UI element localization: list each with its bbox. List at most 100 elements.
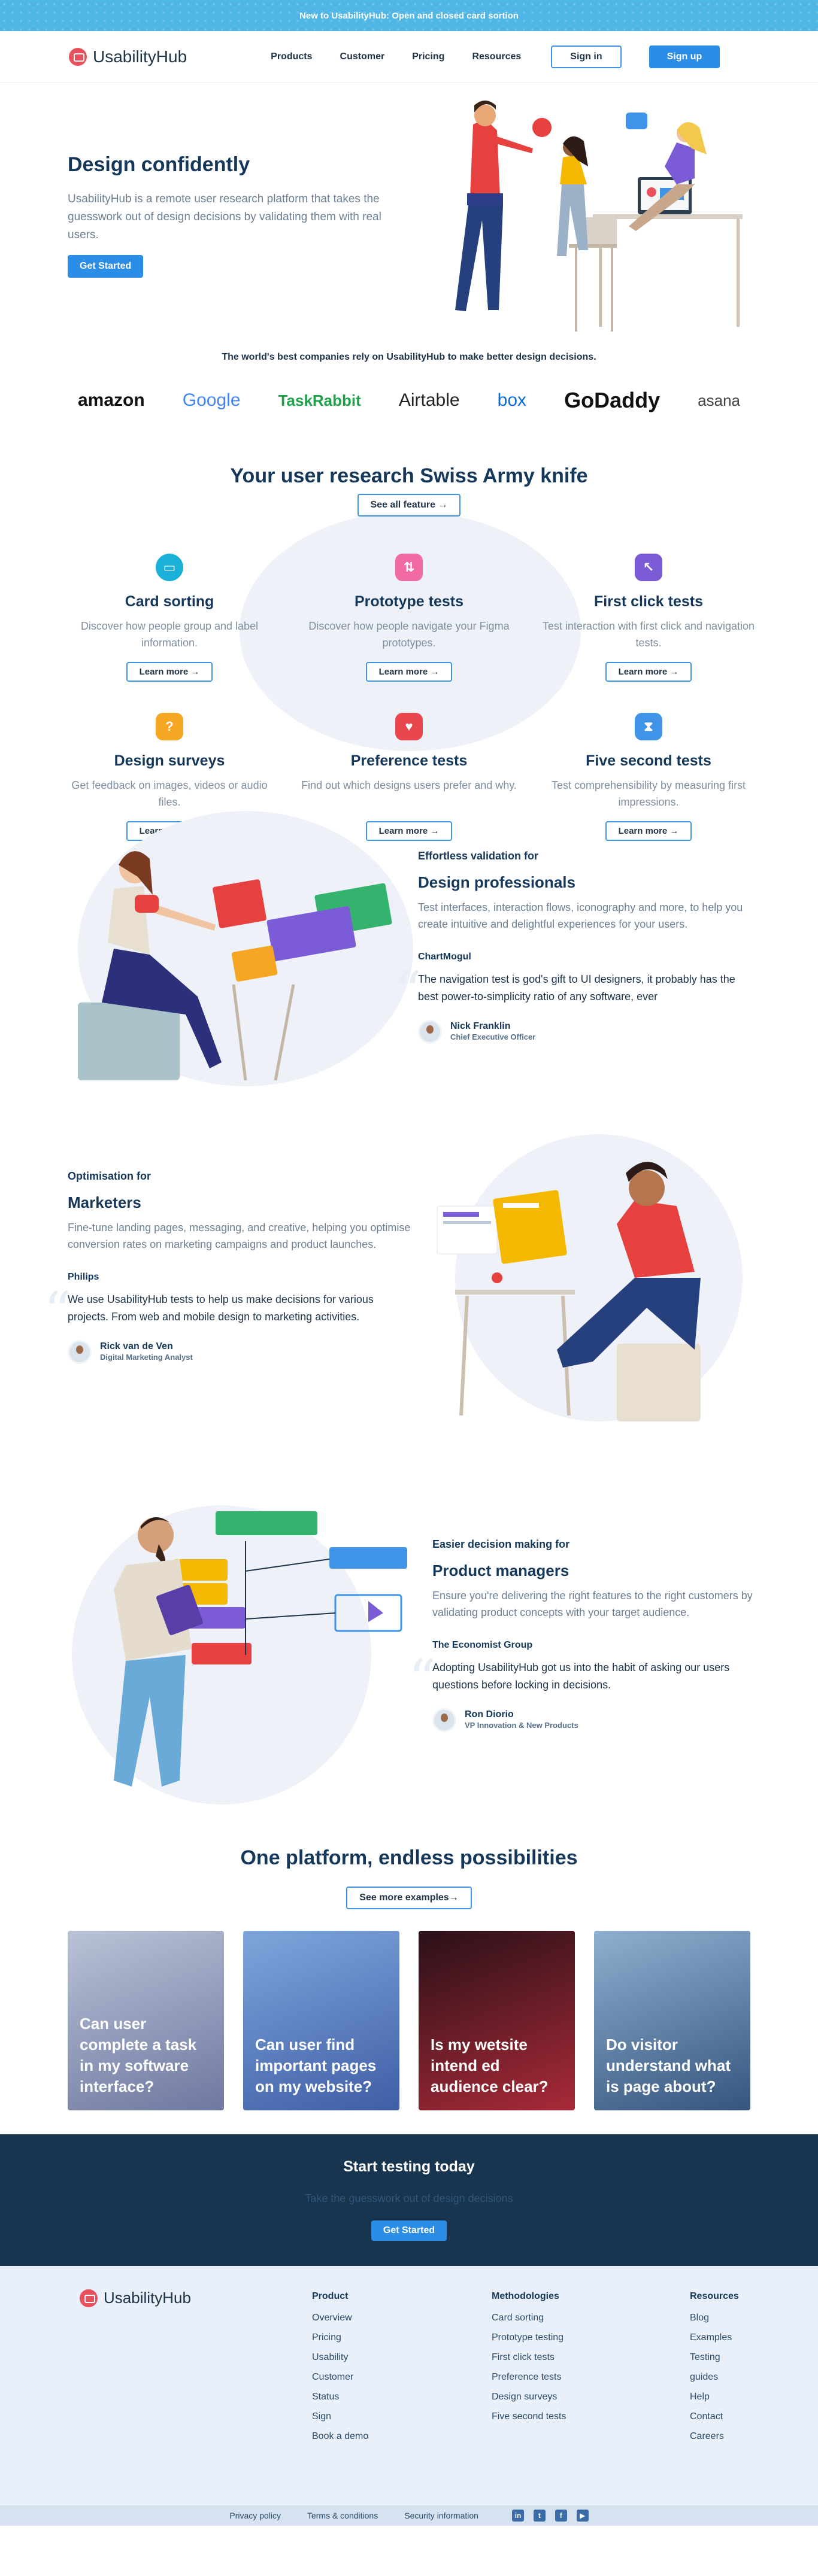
five-second-icon: ⧗ [635, 713, 662, 740]
persona-title: Design professionals [418, 873, 575, 891]
persona-desc: Test interfaces, interaction flows, icon… [418, 901, 743, 930]
hero-section: Design confidently UsabilityHub is a rem… [0, 83, 818, 349]
card-sorting-icon: ▭ [156, 554, 183, 581]
marketer-illustration [437, 1134, 743, 1421]
nav-resources[interactable]: Resources [472, 51, 521, 62]
learn-more-button[interactable]: Learn more → [365, 662, 453, 682]
hero-illustration [455, 101, 743, 332]
persona-designers: Effortless validation for Design profess… [0, 787, 818, 1158]
nav-pricing[interactable]: Pricing [412, 51, 444, 62]
feature-first-click-tests: ↖ First click tests Test interaction wit… [541, 554, 756, 682]
taskrabbit-logo: TaskRabbit [278, 391, 361, 409]
hero-get-started-button[interactable]: Get Started [68, 255, 144, 278]
footer-link[interactable]: Overview [312, 2313, 368, 2323]
feature-title: Five second tests [586, 752, 711, 769]
twitter-icon[interactable]: t [533, 2510, 546, 2522]
example-card-text: Is my wetsite intend ed audience clear? [431, 2036, 549, 2095]
persona-product-managers: Easier decision making for Product manag… [0, 1499, 818, 1846]
testimonial-company: Philips [68, 1272, 99, 1282]
feature-title: Design surveys [114, 752, 225, 769]
footer-col-resources: Resources Blog Examples Testing guides Help C… [690, 2291, 739, 2451]
persona-desc: Ensure you're delivering the right featu… [432, 1590, 753, 1618]
nav-links: Products Customer Pricing Resources [271, 51, 521, 62]
example-card[interactable]: Can user complete a task in my software … [68, 1931, 224, 2110]
cta-title: Start testing today [343, 2158, 475, 2175]
product-manager-illustration [72, 1505, 407, 1805]
example-card[interactable]: Is my wetsite intend ed audience clear? [419, 1931, 575, 2110]
example-card[interactable]: Can user find important pages on my webs… [243, 1931, 399, 2110]
hero-title: Design confidently [68, 153, 250, 176]
nav-customer[interactable]: Customer [340, 51, 385, 62]
footer-link[interactable]: Careers [690, 2431, 739, 2442]
footer-col-title: Methodologies [492, 2291, 559, 2301]
testimonial-author: Ron Diorio VP Innovation & New Products [432, 1708, 756, 1732]
banner-text: New to UsabilityHub: Open and closed car… [299, 10, 519, 21]
testimonial-company: ChartMogul [418, 952, 471, 962]
footer-link[interactable]: Book a demo [312, 2431, 368, 2442]
cta-subtitle: Take the guesswork out of design decisio… [305, 2192, 513, 2204]
learn-more-button[interactable]: Learn more → [605, 662, 692, 682]
testimonial-quote: Adopting UsabilityHub got us into the ha… [408, 1653, 756, 1707]
footer-brand: UsabilityHub [104, 2289, 191, 2307]
announcement-banner[interactable]: New to UsabilityHub: Open and closed car… [0, 0, 818, 31]
brand-logo[interactable]: UsabilityHub [69, 47, 187, 66]
feature-title: Prototype tests [355, 593, 463, 610]
example-card[interactable]: Do visitor understand what is page about… [594, 1931, 750, 2110]
feature-prototype-tests: ⇅ Prototype tests Discover how people na… [301, 554, 517, 682]
persona-title: Product managers [432, 1562, 569, 1579]
godaddy-logo: GoDaddy [564, 388, 661, 412]
footer-link[interactable]: Customer [312, 2372, 368, 2383]
see-more-examples-button[interactable]: See more examples→ [346, 1887, 472, 1909]
learn-more-button[interactable]: Learn more → [126, 662, 213, 682]
testimonial-quote: We use UsabilityHub tests to help us mak… [44, 1285, 415, 1339]
hero-body: UsabilityHub is a remote user research p… [68, 193, 381, 241]
preference-tests-icon: ♥ [395, 713, 423, 740]
footer-link[interactable]: Sign [312, 2411, 368, 2422]
footer-col-methodologies: Methodologies Card sorting Prototype test… [492, 2291, 566, 2431]
footer-link[interactable]: Status [312, 2392, 368, 2402]
security-link[interactable]: Security information [404, 2511, 478, 2520]
terms-link[interactable]: Terms & conditions [307, 2511, 378, 2520]
footer-link[interactable]: Prototype testing [492, 2332, 566, 2343]
trust-text: The world's best companies rely on Usabi… [222, 352, 596, 362]
footer-link[interactable]: Pricing [312, 2332, 368, 2343]
footer-link[interactable]: Contact [690, 2411, 739, 2422]
designer-illustration [78, 811, 413, 1086]
feature-title: First click tests [593, 593, 704, 610]
footer-link[interactable]: Examples [690, 2332, 739, 2343]
footer-link[interactable]: Testing [690, 2352, 739, 2363]
feature-desc: Test interaction with first click and na… [542, 620, 755, 649]
footer-link[interactable]: guides [690, 2372, 739, 2383]
signin-button[interactable]: Sign in [551, 45, 622, 68]
top-nav: UsabilityHub Products Customer Pricing R… [0, 31, 818, 83]
youtube-icon[interactable]: ▶ [576, 2510, 589, 2522]
cta-get-started-button[interactable]: Get Started [371, 2220, 447, 2241]
privacy-link[interactable]: Privacy policy [229, 2511, 281, 2520]
testimonial-author: Rick van de Ven Digital Marketing Analyst [68, 1340, 415, 1364]
persona-marketers: Optimisation for Marketers Fine-tune lan… [0, 1134, 818, 1499]
persona-desc: Fine-tune landing pages, messaging, and … [68, 1222, 411, 1250]
footer-link[interactable]: Usability [312, 2352, 368, 2363]
footer-logo[interactable]: UsabilityHub [80, 2289, 191, 2307]
persona-kicker: Optimisation for [68, 1170, 151, 1182]
linkedin-icon[interactable]: in [511, 2510, 524, 2522]
footer-link[interactable]: First click tests [492, 2352, 566, 2363]
author-role: VP Innovation & New Products [465, 1721, 578, 1730]
avatar [68, 1340, 92, 1364]
author-name: Rick van de Ven [100, 1341, 173, 1351]
nav-products[interactable]: Products [271, 51, 312, 62]
feature-desc: Discover how people navigate your Figma … [308, 620, 510, 649]
signup-button[interactable]: Sign up [649, 45, 720, 68]
first-click-icon: ↖ [635, 554, 662, 581]
footer-link[interactable]: Help [690, 2392, 739, 2402]
see-all-features-button[interactable]: See all feature → [357, 494, 461, 517]
logo-icon [80, 2289, 98, 2307]
asana-logo: asana [698, 391, 740, 409]
footer-link[interactable]: Five second tests [492, 2411, 566, 2422]
footer-link[interactable]: Preference tests [492, 2372, 566, 2383]
footer-link[interactable]: Design surveys [492, 2392, 566, 2402]
footer-link[interactable]: Card sorting [492, 2313, 566, 2323]
persona-title: Marketers [68, 1193, 141, 1211]
footer-link[interactable]: Blog [690, 2313, 739, 2323]
facebook-icon[interactable]: f [555, 2510, 567, 2522]
